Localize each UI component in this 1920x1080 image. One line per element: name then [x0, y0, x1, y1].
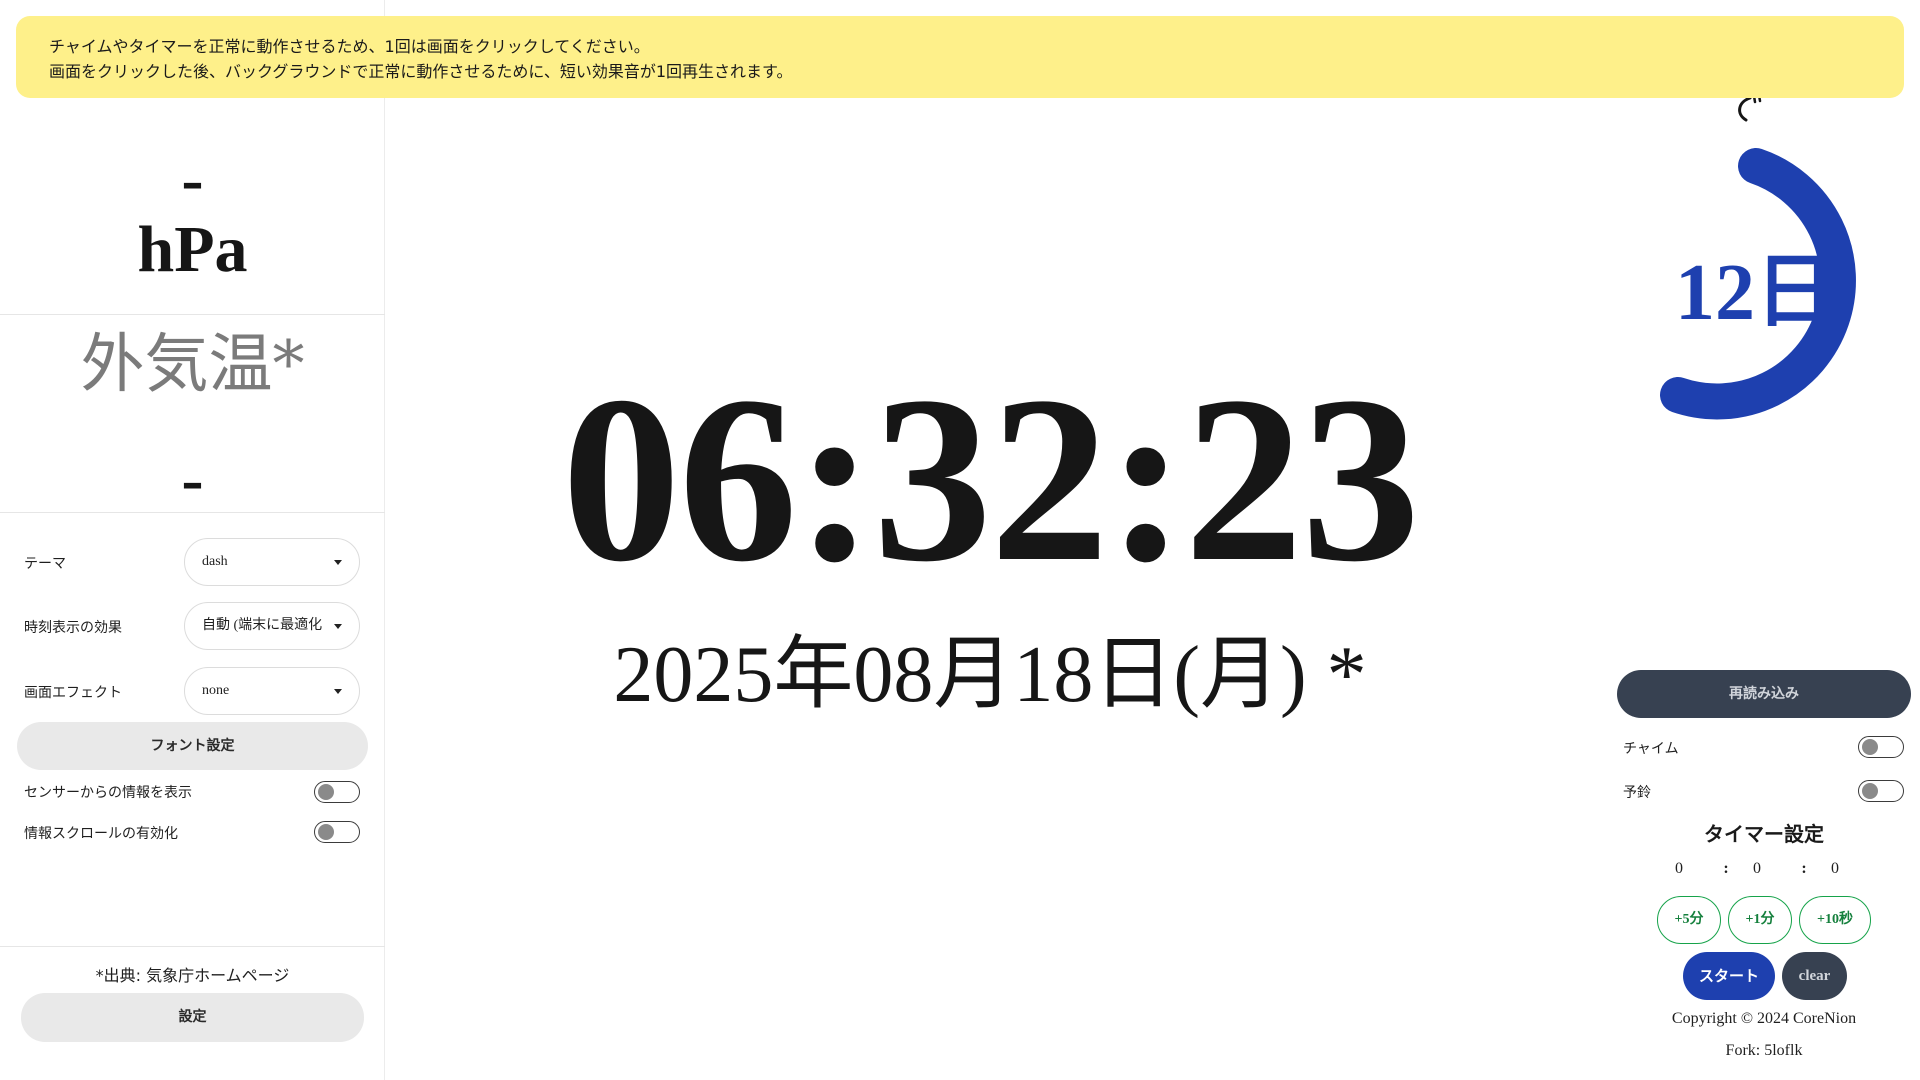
timer-hours-input[interactable]: 0	[1664, 860, 1694, 878]
screen-effect-label: 画面エフェクト	[24, 685, 122, 701]
show-sensor-label: センサーからの情報を表示	[24, 785, 192, 801]
settings-button[interactable]: 設定	[21, 993, 364, 1042]
copyright-text: Copyright © 2024 CoreNion	[1671, 1010, 1857, 1027]
pressure-value: -	[181, 143, 204, 216]
outside-temp-value: -	[181, 443, 204, 516]
clock-time: 06:32:23	[561, 348, 1421, 611]
toggle-knob	[318, 784, 334, 800]
outside-temp-label: 外気温*	[80, 328, 305, 402]
toggle-knob	[1862, 739, 1878, 755]
add-1-minute-button[interactable]: +1分	[1728, 896, 1792, 944]
screen-effect-select-value: none	[202, 683, 230, 698]
theme-select-value: dash	[202, 554, 228, 569]
timer-seconds-input[interactable]: 0	[1820, 860, 1850, 878]
show-sensor-toggle[interactable]	[314, 781, 360, 803]
divider	[0, 512, 385, 513]
time-effect-select-value: 自動 (端末に最適化	[202, 618, 323, 633]
reload-button[interactable]: 再読み込み	[1617, 670, 1911, 718]
day-ring-label: 12日	[1675, 249, 1835, 337]
time-effect-select[interactable]: 自動 (端末に最適化	[184, 602, 360, 650]
click-notice-banner[interactable]: チャイムやタイマーを正常に動作させるため、1回は画面をクリックしてください。 画…	[16, 16, 1904, 98]
timer-clear-button[interactable]: clear	[1782, 952, 1847, 1000]
fork-text: Fork: 5loflk	[1725, 1042, 1803, 1059]
chevron-down-icon	[334, 560, 342, 565]
notice-line-2: 画面をクリックした後、バックグラウンドで正常に動作させるために、短い効果音が1回…	[49, 62, 793, 81]
toggle-knob	[318, 824, 334, 840]
theme-label: テーマ	[24, 556, 66, 572]
timer-separator: :	[1723, 860, 1729, 877]
font-settings-button[interactable]: フォント設定	[17, 722, 368, 770]
timer-separator: :	[1801, 860, 1807, 877]
timer-title: タイマー設定	[1704, 822, 1824, 846]
clock-date: 2025年08月18日(月) *	[613, 631, 1367, 719]
divider	[0, 946, 385, 947]
data-source-text: *出典: 気象庁ホームページ	[95, 966, 290, 985]
add-10-seconds-button[interactable]: +10秒	[1799, 896, 1871, 944]
alarm-toggle[interactable]	[1858, 780, 1904, 802]
info-scroll-label: 情報スクロールの有効化	[24, 826, 178, 842]
screen-effect-select[interactable]: none	[184, 667, 360, 715]
chime-toggle[interactable]	[1858, 736, 1904, 758]
time-effect-label: 時刻表示の効果	[24, 620, 122, 636]
divider	[0, 314, 385, 315]
toggle-knob	[1862, 783, 1878, 799]
alarm-label: 予鈴	[1623, 785, 1651, 801]
timer-minutes-input[interactable]: 0	[1742, 860, 1772, 878]
chime-label: チャイム	[1623, 741, 1679, 757]
timer-start-button[interactable]: スタート	[1683, 952, 1775, 1000]
chevron-down-icon	[334, 624, 342, 629]
add-5-minutes-button[interactable]: +5分	[1657, 896, 1721, 944]
left-panel: - hPa 外気温* - テーマ dash 時刻表示の効果 自動 (端末に最適化…	[0, 0, 385, 1080]
notice-line-1: チャイムやタイマーを正常に動作させるため、1回は画面をクリックしてください。	[49, 37, 650, 56]
theme-select[interactable]: dash	[184, 538, 360, 586]
pressure-unit: hPa	[137, 213, 248, 286]
chevron-down-icon	[334, 689, 342, 694]
info-scroll-toggle[interactable]	[314, 821, 360, 843]
